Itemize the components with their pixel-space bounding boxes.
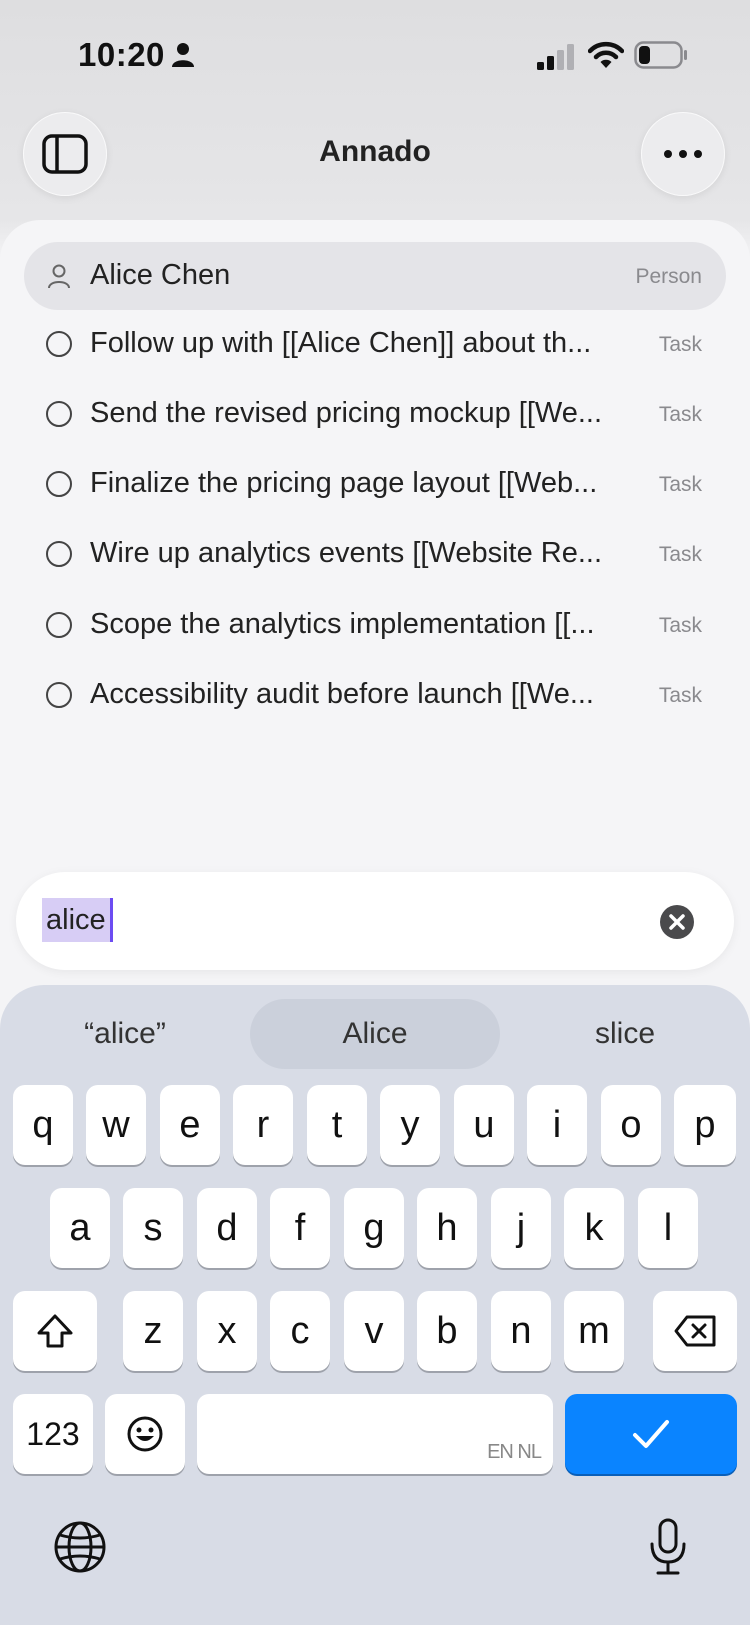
backspace-icon — [674, 1315, 716, 1347]
suggestion-item[interactable]: Alice — [250, 999, 500, 1069]
screen: 10:20 Annado Alice Chen Person Follow up… — [0, 0, 750, 1625]
result-title: Accessibility audit before launch [[We..… — [90, 678, 594, 710]
more-options-button[interactable] — [641, 112, 725, 196]
key-t[interactable]: t — [307, 1085, 367, 1165]
key-a[interactable]: a — [50, 1188, 110, 1268]
circle-icon — [46, 471, 72, 497]
space-key[interactable]: EN NL — [197, 1394, 553, 1474]
suggestion-item[interactable]: slice — [530, 999, 720, 1069]
key-c[interactable]: c — [270, 1291, 330, 1371]
wifi-icon — [588, 41, 624, 68]
result-type: Task — [658, 614, 702, 637]
key-h[interactable]: h — [417, 1188, 477, 1268]
result-title: Send the revised pricing mockup [[We... — [90, 397, 603, 429]
result-title: Scope the analytics implementation [[... — [90, 608, 595, 640]
key-g[interactable]: g — [344, 1188, 404, 1268]
backspace-key[interactable] — [653, 1291, 737, 1371]
battery-icon — [634, 41, 687, 69]
shift-key[interactable] — [13, 1291, 97, 1371]
result-item[interactable]: Finalize the pricing page layout [[Web..… — [24, 450, 726, 518]
key-x[interactable]: x — [197, 1291, 257, 1371]
close-icon — [669, 914, 685, 930]
result-type: Task — [658, 473, 702, 496]
result-title: Alice Chen — [90, 259, 231, 291]
circle-icon — [46, 541, 72, 567]
result-type: Task — [658, 684, 702, 707]
numbers-key[interactable]: 123 — [13, 1394, 93, 1474]
result-item[interactable]: Scope the analytics implementation [[...… — [24, 591, 726, 659]
globe-icon[interactable] — [53, 1520, 107, 1574]
done-key[interactable] — [565, 1394, 737, 1474]
shift-icon — [37, 1314, 73, 1348]
result-type: Task — [658, 543, 702, 566]
result-type: Task — [658, 333, 702, 356]
keyboard: “alice” Alice slice q w e r t y u i o p … — [0, 985, 750, 1625]
circle-icon — [46, 331, 72, 357]
key-m[interactable]: m — [564, 1291, 624, 1371]
result-title: Follow up with [[Alice Chen]] about th..… — [90, 327, 592, 359]
key-i[interactable]: i — [527, 1085, 587, 1165]
key-r[interactable]: r — [233, 1085, 293, 1165]
checkmark-icon — [633, 1420, 669, 1448]
key-u[interactable]: u — [454, 1085, 514, 1165]
key-v[interactable]: v — [344, 1291, 404, 1371]
key-j[interactable]: j — [491, 1188, 551, 1268]
key-y[interactable]: y — [380, 1085, 440, 1165]
key-n[interactable]: n — [491, 1291, 551, 1371]
key-q[interactable]: q — [13, 1085, 73, 1165]
search-input[interactable]: alice — [42, 898, 113, 942]
space-language-label: EN NL — [487, 1441, 542, 1463]
cellular-signal-icon — [537, 44, 574, 70]
result-item[interactable]: Alice Chen Person — [24, 242, 726, 310]
key-f[interactable]: f — [270, 1188, 330, 1268]
key-s[interactable]: s — [123, 1188, 183, 1268]
key-w[interactable]: w — [86, 1085, 146, 1165]
circle-icon — [46, 401, 72, 427]
result-item[interactable]: Accessibility audit before launch [[We..… — [24, 661, 726, 729]
result-title: Finalize the pricing page layout [[Web..… — [90, 467, 598, 499]
key-k[interactable]: k — [564, 1188, 624, 1268]
emoji-icon — [127, 1416, 163, 1452]
result-item[interactable]: Send the revised pricing mockup [[We... … — [24, 380, 726, 448]
emoji-key[interactable] — [105, 1394, 185, 1474]
status-bar: 10:20 — [0, 0, 750, 110]
person-status-icon — [172, 43, 194, 67]
key-e[interactable]: e — [160, 1085, 220, 1165]
key-o[interactable]: o — [601, 1085, 661, 1165]
key-p[interactable]: p — [674, 1085, 736, 1165]
circle-icon — [46, 612, 72, 638]
result-type: Task — [658, 403, 702, 426]
key-d[interactable]: d — [197, 1188, 257, 1268]
result-title: Wire up analytics events [[Website Re... — [90, 537, 603, 569]
status-time: 10:20 — [78, 36, 165, 73]
suggestion-item[interactable]: “alice” — [30, 999, 220, 1069]
person-icon — [48, 264, 70, 289]
result-item[interactable]: Follow up with [[Alice Chen]] about th..… — [24, 310, 726, 378]
key-l[interactable]: l — [638, 1188, 698, 1268]
result-type: Person — [635, 265, 702, 288]
ellipsis-icon — [664, 150, 702, 158]
result-item[interactable]: Wire up analytics events [[Website Re...… — [24, 520, 726, 588]
microphone-icon[interactable] — [648, 1518, 688, 1576]
clear-search-button[interactable] — [660, 905, 694, 939]
circle-icon — [46, 682, 72, 708]
search-field[interactable]: alice — [16, 872, 734, 970]
key-z[interactable]: z — [123, 1291, 183, 1371]
search-results-panel: Alice Chen Person Follow up with [[Alice… — [0, 220, 750, 960]
page-title: Annado — [319, 135, 431, 168]
key-b[interactable]: b — [417, 1291, 477, 1371]
